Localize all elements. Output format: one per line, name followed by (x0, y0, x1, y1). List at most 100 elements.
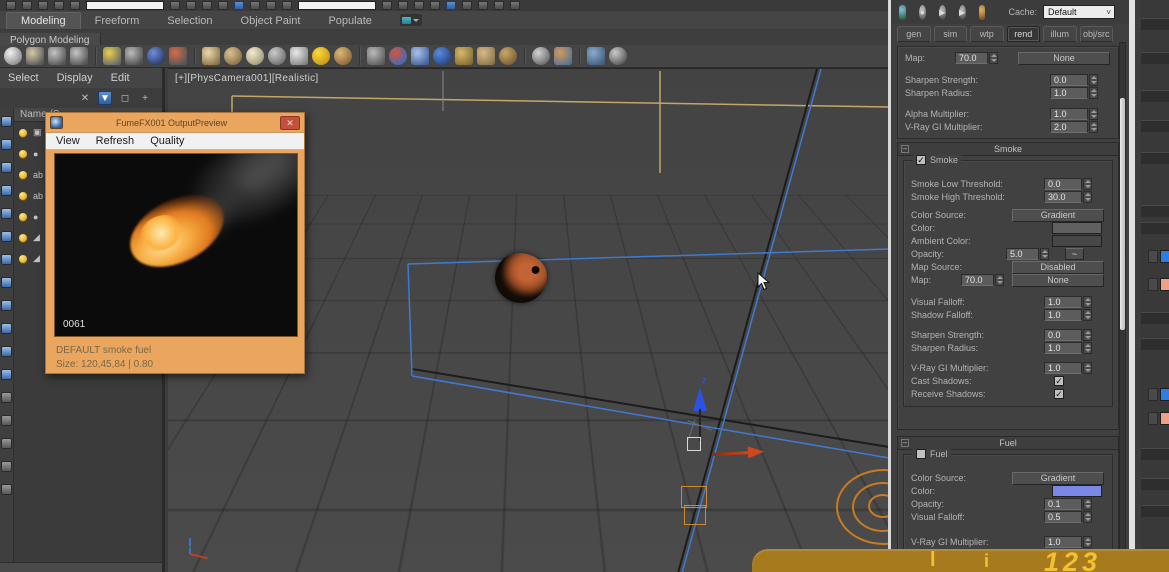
value-spinner[interactable] (1089, 87, 1098, 99)
visibility-bulb-icon[interactable] (19, 191, 27, 200)
spinner-fragment[interactable] (1148, 278, 1158, 291)
value-spinner[interactable] (1089, 121, 1098, 133)
none-button[interactable]: None (1018, 51, 1110, 65)
explorer-tool-icon[interactable] (1, 300, 12, 311)
fumefx-tab-obj-src[interactable]: obj/src (1079, 26, 1113, 42)
toolbar-icon[interactable] (22, 1, 32, 10)
spin-up-icon[interactable] (1090, 76, 1097, 79)
cache-copy-icon[interactable] (978, 4, 986, 20)
gradient-button[interactable]: Gradient (1012, 208, 1104, 222)
spin-up-icon[interactable] (1084, 180, 1091, 183)
hand-icon[interactable] (477, 47, 495, 65)
help-icon[interactable] (609, 47, 627, 65)
map-field[interactable]: 70.0 (961, 274, 994, 286)
preview-menu-view[interactable]: View (56, 135, 80, 147)
value-spinner[interactable] (1083, 498, 1092, 510)
visibility-bulb-icon[interactable] (19, 149, 27, 158)
spin-up-icon[interactable] (1084, 298, 1091, 301)
spin-down-icon[interactable] (1090, 94, 1097, 97)
value-spinner[interactable] (1083, 309, 1092, 321)
explorer-tool-icon[interactable] (1, 139, 12, 150)
gradient-button[interactable]: Gradient (1012, 471, 1104, 485)
spin-down-icon[interactable] (1084, 185, 1091, 188)
settings-icon[interactable]: ● (918, 4, 926, 20)
fumefx-tab-sim[interactable]: sim (933, 26, 967, 42)
spin-up-icon[interactable] (1084, 513, 1091, 516)
explorer-tool-icon[interactable] (1, 162, 12, 173)
collapse-icon[interactable]: – (901, 439, 909, 447)
opacity-curve-button[interactable]: ~ (1065, 248, 1084, 260)
viewport-label[interactable]: [+][PhysCamera001][Realistic] (175, 73, 318, 84)
toolbar-icon[interactable] (38, 1, 48, 10)
camera-icon[interactable] (125, 47, 143, 65)
color-swatch[interactable] (1052, 485, 1102, 497)
blue-color-swatch[interactable] (1160, 250, 1169, 263)
table-view-icon[interactable] (70, 47, 88, 65)
spin-up-icon[interactable] (1084, 193, 1091, 196)
fumefx-tab-illum[interactable]: illum (1043, 26, 1077, 42)
toolbar-input-fragment[interactable] (298, 1, 376, 10)
visibility-bulb-icon[interactable] (19, 128, 27, 137)
explorer-tool-icon[interactable] (1, 277, 12, 288)
spinner-fragment[interactable] (1148, 250, 1158, 263)
render-frame-icon[interactable] (26, 47, 44, 65)
sharpen-strength-field[interactable]: 0.0 (1044, 329, 1082, 341)
ribbon-config-dropdown[interactable] (399, 14, 422, 26)
wheat-icon[interactable] (455, 47, 473, 65)
opacity-field[interactable]: 0.1 (1044, 498, 1082, 510)
toolbar-icon[interactable] (250, 1, 260, 10)
rain-icon[interactable] (367, 47, 385, 65)
toolbar-icon[interactable] (462, 1, 472, 10)
explorer-tool-icon[interactable] (1, 208, 12, 219)
collapse-icon[interactable]: – (901, 145, 909, 153)
fumefx-output-preview-window[interactable]: FumeFX001 OutputPreview ✕ View Refresh Qua… (45, 112, 305, 374)
v-ray-gi-multiplier-field[interactable]: 1.0 (1044, 362, 1082, 374)
scrollbar[interactable] (1119, 42, 1126, 572)
explorer-menu-select[interactable]: Select (8, 72, 39, 84)
scrollbar-thumb[interactable] (1120, 98, 1125, 330)
ribbon-tab-object-paint[interactable]: Object Paint (227, 12, 315, 29)
explorer-tool-icon[interactable] (1, 116, 12, 127)
smoke-low-threshold-field[interactable]: 0.0 (1044, 178, 1082, 190)
toolbar-icon[interactable] (70, 1, 80, 10)
cache-dropdown[interactable]: Default ˅ (1043, 5, 1115, 19)
explorer-tool-icon[interactable] (1, 438, 12, 449)
explorer-tool-icon[interactable] (1, 415, 12, 426)
close-button[interactable]: ✕ (280, 115, 300, 130)
toolbar-icon[interactable] (510, 1, 520, 10)
disabled-button[interactable]: Disabled (1012, 260, 1104, 274)
active-toolbar-icon[interactable] (446, 1, 456, 10)
spin-up-icon[interactable] (1084, 538, 1091, 541)
sun-icon[interactable] (312, 47, 330, 65)
sharpen-radius-field[interactable]: 1.0 (1050, 87, 1088, 99)
teapot-small-icon[interactable] (268, 47, 286, 65)
blue-color-swatch[interactable] (1160, 388, 1169, 401)
value-spinner[interactable] (1083, 296, 1092, 308)
value-spinner[interactable] (1040, 248, 1049, 260)
pick-icon[interactable]: + (138, 91, 152, 105)
sharpen-strength-field[interactable]: 0.0 (1050, 74, 1088, 86)
spin-up-icon[interactable] (1090, 110, 1097, 113)
value-spinner[interactable] (1083, 362, 1092, 374)
preview-menu-refresh[interactable]: Refresh (96, 135, 135, 147)
spin-down-icon[interactable] (1041, 255, 1048, 258)
planets-icon[interactable] (389, 47, 407, 65)
explorer-menu-edit[interactable]: Edit (111, 72, 130, 84)
fumefx-tab-gen[interactable]: gen (897, 26, 931, 42)
ambient-color-swatch[interactable] (1052, 235, 1102, 247)
step-play-icon[interactable]: ▶ (958, 4, 966, 20)
ribbon-tab-populate[interactable]: Populate (314, 12, 385, 29)
explorer-tool-icon[interactable] (1, 461, 12, 472)
visibility-bulb-icon[interactable] (19, 212, 27, 221)
v-ray-gi-multiplier-field[interactable]: 2.0 (1050, 121, 1088, 133)
toolbar-icon[interactable] (186, 1, 196, 10)
preview-image-icon[interactable] (899, 4, 906, 20)
gizmo-x-arrow[interactable] (747, 445, 765, 459)
toolbar-icon[interactable] (414, 1, 424, 10)
spinner-fragment[interactable] (1148, 388, 1158, 401)
lock-icon[interactable]: ◻ (118, 91, 132, 105)
spin-up-icon[interactable] (996, 276, 1003, 279)
color-grid-icon[interactable] (554, 47, 572, 65)
ribbon-tab-modeling[interactable]: Modeling (6, 12, 81, 29)
fumefx-tab-rend[interactable]: rend (1006, 26, 1040, 42)
